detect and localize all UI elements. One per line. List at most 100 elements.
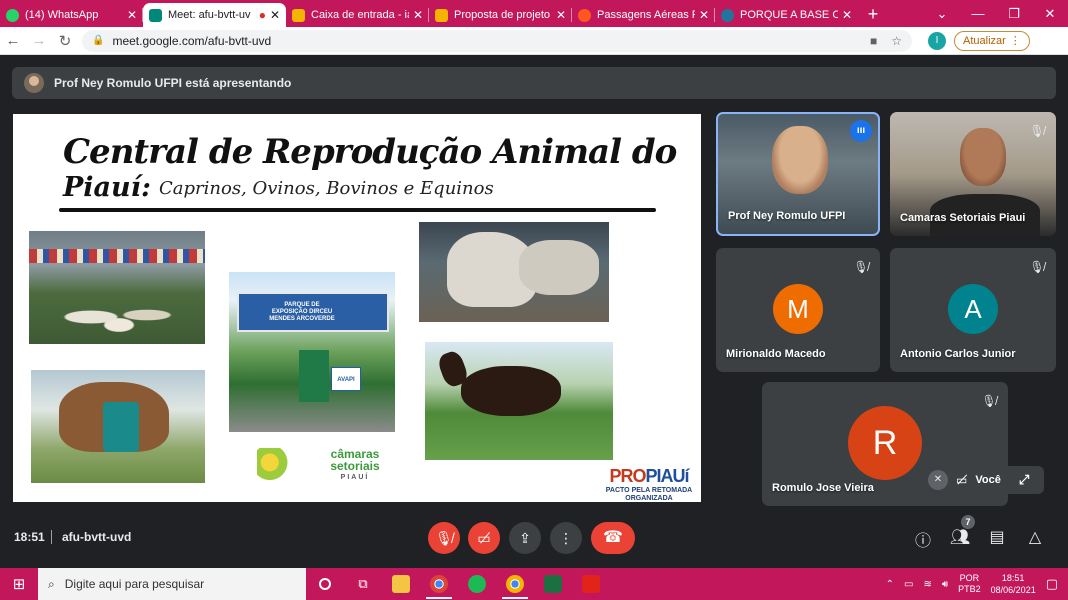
taskbar-search-box[interactable]: ⌕ Digite aqui para pesquisar: [38, 568, 306, 600]
expand-icon[interactable]: ⤢: [1019, 472, 1029, 488]
participant-name: Prof Ney Romulo UFPI: [728, 210, 846, 222]
acrobat-icon[interactable]: [572, 568, 610, 600]
participant-tile-presenter[interactable]: ııı Prof Ney Romulo UFPI: [716, 112, 880, 236]
spotify-icon[interactable]: [458, 568, 496, 600]
mic-off-icon: 🎙︎̸: [1029, 124, 1045, 138]
url-text: meet.google.com/afu-bvtt-uvd: [112, 33, 272, 48]
recording-dot-icon: ●: [258, 8, 266, 22]
piaui-map-icon: [257, 448, 289, 484]
divider: [51, 530, 52, 544]
back-icon[interactable]: ←: [0, 32, 26, 49]
more-options-button[interactable]: ⋮: [550, 522, 582, 554]
participant-name: Romulo Jose Vieira: [772, 482, 874, 494]
reload-icon[interactable]: ↻: [52, 32, 78, 50]
chat-icon[interactable]: ▤: [985, 527, 1009, 547]
slide-title: Central de Reprodução Animal do: [63, 132, 677, 172]
participant-avatar: A: [948, 284, 998, 334]
leave-call-button[interactable]: ☎: [591, 522, 635, 554]
tab-title: Meet: afu-bvtt-uv: [168, 9, 251, 21]
meeting-info-icon[interactable]: ⓘ: [911, 527, 935, 551]
slide-subtitle: Caprinos, Ovinos, Bovinos e Equinos: [159, 178, 494, 199]
camaras-logo-sub: PIAUÍ: [340, 474, 370, 481]
park-sign: PARQUE DE EXPOSIÇÃO DIRCEU MENDES ARCOVE…: [237, 292, 389, 332]
profile-avatar[interactable]: I: [928, 31, 946, 50]
close-window-icon[interactable]: ✕: [1032, 6, 1068, 22]
meeting-code: afu-bvtt-uvd: [62, 530, 132, 544]
volume-icon[interactable]: 🔊︎: [942, 579, 948, 590]
drive-icon: [435, 8, 448, 22]
participant-video: [960, 128, 1006, 186]
task-view-icon[interactable]: ⧉: [344, 568, 382, 600]
bookmark-star-icon[interactable]: ☆: [891, 34, 902, 48]
close-tab-icon[interactable]: ✕: [413, 8, 423, 22]
tab-inbox[interactable]: Caixa de entrada - iasr ✕: [286, 3, 429, 27]
tab-flights[interactable]: Passagens Aéreas Pro ✕: [572, 3, 715, 27]
tab-title: Caixa de entrada - iasr: [311, 9, 409, 21]
file-explorer-icon[interactable]: [382, 568, 420, 600]
self-camera-off-icon[interactable]: ▭̸: [956, 473, 967, 487]
participant-count-badge: 7: [961, 515, 975, 529]
toggle-mic-button[interactable]: 🎙︎̸: [428, 522, 460, 554]
taskbar-date: 08/06/2021: [990, 585, 1036, 595]
participant-name: Camaras Setoriais Piaui: [900, 212, 1026, 224]
participant-tile-camaras[interactable]: 🎙︎̸ Camaras Setoriais Piaui: [890, 112, 1056, 236]
present-screen-icon: ⇪: [519, 530, 531, 546]
drive-icon: [292, 8, 305, 22]
toggle-camera-button[interactable]: ▭̸: [468, 522, 500, 554]
tray-chevron-icon[interactable]: ⌃: [886, 579, 894, 590]
forward-icon[interactable]: →: [26, 32, 52, 49]
excel-icon[interactable]: [534, 568, 572, 600]
propiaui-logo-piaui: PIAUí: [645, 466, 690, 486]
tab-title: Passagens Aéreas Pro: [597, 9, 695, 21]
chrome-icon[interactable]: [420, 568, 458, 600]
close-tab-icon[interactable]: ✕: [556, 8, 566, 22]
url-field[interactable]: 🔒 meet.google.com/afu-bvtt-uvd ■ ☆: [82, 29, 912, 52]
chrome-profile-icon[interactable]: [496, 568, 534, 600]
propiaui-logo-title: PROPIAUí: [597, 466, 701, 487]
slide-title-line2: Piauí:: [63, 172, 151, 203]
participant-tile-mirionaldo[interactable]: 🎙︎̸ M Mirionaldo Macedo: [716, 248, 880, 372]
minimize-icon[interactable]: —: [960, 6, 996, 21]
cortana-icon[interactable]: [306, 568, 344, 600]
people-icon[interactable]: 👥︎: [948, 527, 972, 547]
new-tab-button[interactable]: +: [858, 3, 888, 27]
more-icon: ⋮: [1009, 35, 1021, 47]
participant-avatar: M: [773, 284, 823, 334]
tab-meet[interactable]: Meet: afu-bvtt-uv ● ✕: [143, 3, 286, 27]
activities-icon[interactable]: △: [1023, 527, 1047, 547]
close-tab-icon[interactable]: ✕: [842, 8, 852, 22]
battery-icon[interactable]: ▭: [904, 579, 913, 590]
close-tab-icon[interactable]: ✕: [270, 8, 280, 22]
mic-off-icon: 🎙︎̸: [435, 530, 453, 546]
self-mic-off-icon[interactable]: ✕: [928, 470, 948, 490]
windows-taskbar: ⊞ ⌕ Digite aqui para pesquisar ⧉ ⌃ ▭ ≋ 🔊…: [0, 568, 1068, 600]
browser-tab-strip: (14) WhatsApp ✕ Meet: afu-bvtt-uv ● ✕ Ca…: [0, 0, 1068, 27]
windows-start-icon[interactable]: ⊞: [0, 575, 38, 593]
taskbar-time: 18:51: [1001, 573, 1025, 583]
wifi-icon[interactable]: ≋: [923, 579, 931, 590]
notifications-icon[interactable]: ▢: [1046, 576, 1058, 592]
slide-divider: [59, 208, 656, 212]
mic-off-icon: 🎙︎̸: [853, 260, 869, 274]
participant-avatar: R: [848, 406, 922, 480]
maximize-icon[interactable]: ❐: [996, 6, 1032, 22]
language-indicator[interactable]: POR PTB2: [958, 573, 981, 595]
taskbar-clock[interactable]: 18:51 08/06/2021: [991, 572, 1036, 596]
livestock-pavilion-photo: [29, 231, 205, 344]
camera-icon[interactable]: ■: [870, 34, 877, 48]
tab-whatsapp[interactable]: (14) WhatsApp ✕: [0, 3, 143, 27]
lock-icon[interactable]: 🔒: [92, 35, 104, 46]
update-label: Atualizar: [963, 34, 1006, 47]
present-button[interactable]: ⇪: [509, 522, 541, 554]
update-button[interactable]: Atualizar ⋮: [954, 30, 1030, 51]
window-controls: ⌄ — ❐ ✕: [924, 0, 1068, 27]
more-vert-icon: ⋮: [559, 530, 573, 546]
participant-video: [772, 126, 828, 194]
self-label: Você: [975, 474, 1001, 486]
close-tab-icon[interactable]: ✕: [699, 8, 709, 22]
close-tab-icon[interactable]: ✕: [127, 8, 137, 22]
tab-proposal[interactable]: Proposta de projeto d ✕: [429, 3, 572, 27]
tab-search-icon[interactable]: ⌄: [924, 6, 960, 22]
tab-wordpress[interactable]: PORQUE A BASE CRA ✕: [715, 3, 858, 27]
participant-tile-antonio[interactable]: 🎙︎̸ A Antonio Carlos Junior: [890, 248, 1056, 372]
